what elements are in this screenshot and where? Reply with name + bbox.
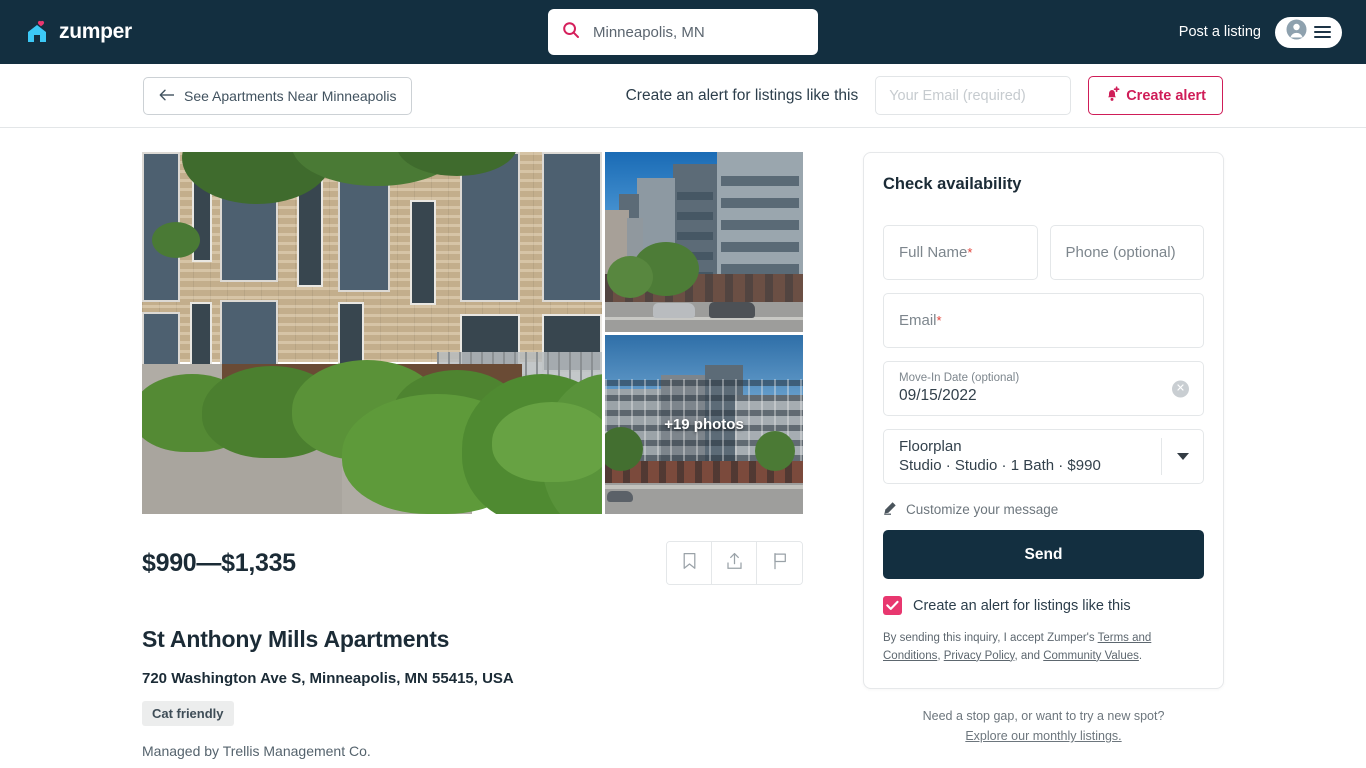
alert-subheader: See Apartments Near Minneapolis Create a…: [0, 64, 1366, 128]
create-alert-button[interactable]: Create alert: [1088, 76, 1223, 115]
search-input-value: Minneapolis, MN: [593, 23, 705, 41]
check-availability-card: Check availability Full Name* Phone (opt…: [863, 152, 1224, 689]
amenity-tags: Cat friendly: [142, 701, 803, 726]
legal-disclaimer: By sending this inquiry, I accept Zumper…: [883, 630, 1204, 666]
floorplan-select[interactable]: Floorplan Studio · Studio · 1 Bath · $99…: [883, 429, 1204, 484]
movein-date-label: Move-In Date (optional): [899, 372, 1020, 385]
movein-date-field[interactable]: Move-In Date (optional) 09/15/2022 ✕: [883, 361, 1204, 416]
clear-circle-x-icon[interactable]: ✕: [1172, 380, 1189, 397]
monthly-listings-note: Need a stop gap, or want to try a new sp…: [863, 706, 1224, 747]
bell-plus-icon: [1105, 85, 1120, 106]
pencil-icon: [883, 501, 897, 518]
price-and-actions-row: $990—$1,335: [142, 541, 803, 585]
floorplan-label: Floorplan: [899, 437, 962, 455]
movein-date-value: 09/15/2022: [899, 386, 977, 404]
back-button-label: See Apartments Near Minneapolis: [184, 87, 397, 104]
listing-main-column: +19 photos $990—$1,335 St Anthony Mills …: [142, 152, 803, 768]
full-name-field[interactable]: Full Name*: [883, 225, 1038, 280]
full-name-placeholder: Full Name: [899, 244, 968, 261]
search-input[interactable]: Minneapolis, MN: [548, 9, 818, 55]
house-heart-icon: [24, 19, 50, 45]
legal-mid-2: , and: [1014, 649, 1044, 662]
customize-message-label: Customize your message: [906, 502, 1059, 517]
alert-email-input[interactable]: Your Email (required): [875, 76, 1072, 115]
photo-count-overlay[interactable]: +19 photos: [605, 335, 803, 515]
zumper-logo[interactable]: zumper: [24, 19, 132, 45]
contact-sidebar: Check availability Full Name* Phone (opt…: [863, 152, 1224, 768]
listing-address: 720 Washington Ave S, Minneapolis, MN 55…: [142, 670, 514, 687]
floorplan-value: Studio · Studio · 1 Bath · $990: [899, 457, 1101, 475]
hamburger-menu-icon[interactable]: [1314, 25, 1331, 39]
check-availability-title: Check availability: [883, 175, 1022, 193]
save-bookmark-button[interactable]: [667, 542, 712, 584]
send-button[interactable]: Send: [883, 530, 1204, 579]
monthly-listings-text: Need a stop gap, or want to try a new sp…: [922, 708, 1165, 723]
share-upload-icon: [726, 552, 743, 575]
top-navigation-bar: zumper Minneapolis, MN Post a listing: [0, 0, 1366, 64]
flag-icon: [772, 552, 788, 575]
create-alert-checkbox[interactable]: [883, 596, 902, 615]
required-marker: *: [967, 245, 973, 260]
chevron-down-icon[interactable]: [1161, 438, 1203, 475]
customize-message-link[interactable]: Customize your message: [883, 501, 1204, 518]
brand-name: zumper: [59, 20, 132, 43]
page-content: +19 photos $990—$1,335 St Anthony Mills …: [0, 128, 1366, 768]
arrow-left-icon: [159, 88, 175, 104]
listing-action-buttons: [666, 541, 803, 585]
nav-right-group: Post a listing: [1179, 16, 1342, 48]
report-button[interactable]: [757, 542, 802, 584]
thumbnail-photo-1[interactable]: [605, 152, 803, 332]
photo-gallery: +19 photos: [142, 152, 803, 514]
account-menu-button[interactable]: [1275, 16, 1342, 48]
community-values-link[interactable]: Community Values: [1043, 650, 1139, 662]
alert-email-placeholder: Your Email (required): [889, 87, 1026, 104]
email-field[interactable]: Email*: [883, 293, 1204, 348]
hero-photo[interactable]: [142, 152, 602, 514]
thumbnail-photo-2[interactable]: +19 photos: [605, 334, 803, 515]
privacy-policy-link[interactable]: Privacy Policy: [944, 650, 1015, 662]
legal-suffix: .: [1138, 649, 1143, 662]
status-badge: Cat friendly: [142, 701, 234, 726]
required-marker-email: *: [936, 313, 942, 328]
create-alert-checkbox-label: Create an alert for listings like this: [913, 597, 1131, 614]
create-alert-group: Create an alert for listings like this Y…: [626, 76, 1223, 115]
create-alert-checkbox-row[interactable]: Create an alert for listings like this: [883, 596, 1204, 615]
create-alert-label: Create an alert for listings like this: [625, 86, 859, 104]
phone-field[interactable]: Phone (optional): [1049, 225, 1204, 280]
see-apartments-near-button[interactable]: See Apartments Near Minneapolis: [143, 76, 413, 115]
share-button[interactable]: [712, 542, 757, 584]
post-a-listing-link[interactable]: Post a listing: [1179, 24, 1261, 40]
listing-price: $990—$1,335: [142, 548, 296, 577]
page-title: St Anthony Mills Apartments: [142, 626, 450, 652]
phone-placeholder: Phone (optional): [1065, 244, 1176, 261]
managed-by-text: Managed by Trellis Management Co.: [142, 743, 371, 759]
user-avatar-icon: [1286, 19, 1307, 45]
email-placeholder: Email: [899, 312, 937, 329]
legal-prefix: By sending this inquiry, I accept Zumper…: [883, 632, 1098, 644]
name-phone-row: Full Name* Phone (optional): [883, 225, 1204, 280]
explore-monthly-listings-link[interactable]: Explore our monthly listings.: [965, 729, 1121, 743]
thumbnail-column: +19 photos: [605, 152, 803, 514]
create-alert-button-label: Create alert: [1126, 87, 1206, 104]
search-icon: [562, 21, 580, 44]
bookmark-icon: [682, 552, 697, 575]
